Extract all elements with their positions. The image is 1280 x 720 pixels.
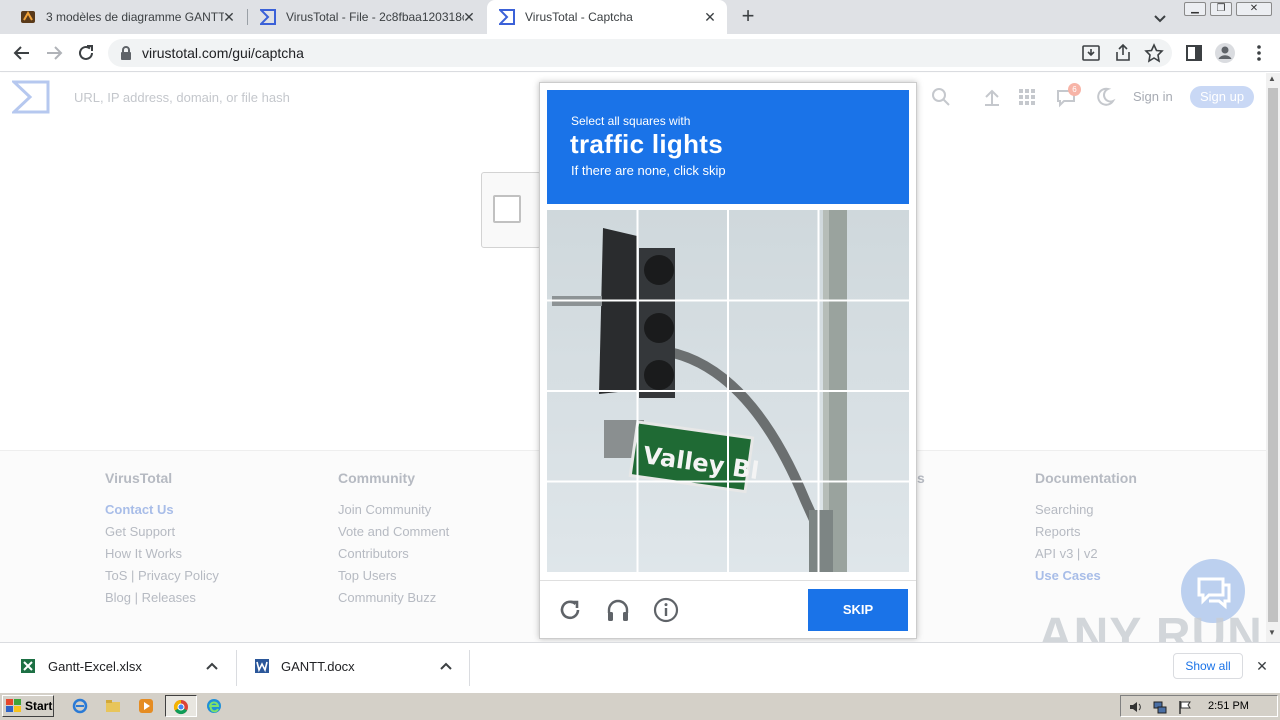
apps-grid-icon[interactable]: [1016, 86, 1038, 108]
captcha-instruction: Select all squares with: [571, 114, 691, 128]
close-icon[interactable]: ✕: [703, 10, 717, 24]
gantt-site-icon: [20, 9, 36, 25]
footer-link[interactable]: Vote and Comment: [338, 524, 449, 539]
footer-link[interactable]: How It Works: [105, 546, 182, 561]
forward-arrow-icon[interactable]: [43, 42, 65, 64]
sign-up-button[interactable]: Sign up: [1190, 86, 1254, 108]
word-file-icon: [254, 658, 270, 674]
dark-mode-moon-icon[interactable]: [1094, 86, 1116, 108]
tab-title: VirusTotal - Captcha: [525, 10, 633, 24]
chevron-up-icon[interactable]: [204, 658, 220, 674]
sign-in-link[interactable]: Sign in: [1133, 89, 1173, 104]
captcha-divider: [540, 580, 916, 581]
show-all-downloads-button[interactable]: Show all: [1173, 653, 1243, 679]
bookmark-star-icon[interactable]: [1143, 42, 1165, 64]
info-icon[interactable]: [653, 597, 679, 623]
media-player-icon[interactable]: [138, 698, 154, 714]
side-panel-icon[interactable]: [1183, 42, 1205, 64]
share-icon[interactable]: [1112, 42, 1134, 64]
scrollbar-thumb[interactable]: [1268, 88, 1278, 622]
footer-link[interactable]: Get Support: [105, 524, 175, 539]
skip-button[interactable]: SKIP: [808, 589, 908, 631]
chrome-taskbar-button[interactable]: [165, 695, 197, 717]
start-button[interactable]: Start: [2, 695, 54, 717]
footer-link-contact[interactable]: Contact Us: [105, 502, 174, 517]
download-separator: [469, 650, 470, 686]
footer-link[interactable]: API v3 | v2: [1035, 546, 1098, 561]
footer-link[interactable]: Blog | Releases: [105, 590, 196, 605]
close-window-button[interactable]: ✕: [1236, 2, 1272, 16]
footer-link[interactable]: Searching: [1035, 502, 1094, 517]
footer-link[interactable]: Contributors: [338, 546, 409, 561]
download-separator: [236, 650, 237, 686]
footer-heading-partial: s: [917, 470, 925, 486]
profile-avatar-icon[interactable]: [1214, 42, 1236, 64]
windows-logo-icon: [6, 699, 21, 712]
close-icon[interactable]: ✕: [222, 10, 236, 24]
tab-virustotal-file[interactable]: VirusTotal - File - 2c8fbaa120318c7a ✕: [248, 0, 486, 34]
downloads-bar: [0, 642, 1280, 692]
audio-challenge-headphones-icon[interactable]: [605, 597, 631, 623]
scroll-up-arrow-icon[interactable]: ▲: [1268, 74, 1276, 83]
internet-explorer-icon[interactable]: [72, 698, 88, 714]
reload-icon[interactable]: [75, 42, 97, 64]
close-icon[interactable]: ✕: [1254, 658, 1270, 674]
file-explorer-icon[interactable]: [105, 698, 121, 714]
tab-gantt[interactable]: 3 modèles de diagramme GANTT vierg ✕: [8, 0, 246, 34]
edge-icon[interactable]: [206, 698, 222, 714]
download-item-excel[interactable]: Gantt-Excel.xlsx: [48, 659, 142, 674]
excel-file-icon: [20, 658, 36, 674]
download-item-word[interactable]: GANTT.docx: [281, 659, 355, 674]
tab-virustotal-captcha[interactable]: VirusTotal - Captcha ✕: [487, 0, 727, 34]
minimize-button[interactable]: ▁: [1184, 2, 1206, 16]
captcha-image-grid[interactable]: Valley Bl: [547, 210, 909, 572]
footer-heading: Documentation: [1035, 470, 1137, 486]
recaptcha-checkbox[interactable]: [493, 195, 521, 223]
tab-title: 3 modèles de diagramme GANTT vierg: [46, 10, 224, 24]
footer-heading: VirusTotal: [105, 470, 173, 486]
tab-title: VirusTotal - File - 2c8fbaa120318c7a: [286, 10, 464, 24]
taskbar-clock: 2:51 PM: [1208, 700, 1249, 712]
menu-kebab-icon[interactable]: [1248, 42, 1270, 64]
chrome-icon: [173, 699, 188, 715]
vt-search-input[interactable]: URL, IP address, domain, or file hash: [74, 90, 290, 105]
footer-link[interactable]: ToS | Privacy Policy: [105, 568, 219, 583]
lock-icon[interactable]: [119, 45, 133, 61]
start-label: Start: [25, 699, 53, 713]
tab-search-chevron-icon[interactable]: [1150, 8, 1170, 28]
volume-icon[interactable]: [1128, 699, 1144, 715]
virustotal-icon: [497, 9, 515, 25]
back-arrow-icon[interactable]: [11, 42, 33, 64]
chevron-up-icon[interactable]: [438, 658, 454, 674]
traffic-light-photo: Valley Bl: [547, 210, 909, 572]
upload-icon[interactable]: [981, 86, 1003, 108]
url-text[interactable]: virustotal.com/gui/captcha: [142, 45, 304, 61]
network-icon[interactable]: [1152, 699, 1168, 715]
footer-link[interactable]: Join Community: [338, 502, 431, 517]
close-icon[interactable]: ✕: [462, 10, 476, 24]
restore-button[interactable]: ❐: [1210, 2, 1232, 16]
new-tab-button[interactable]: +: [736, 5, 760, 28]
notification-badge: 6: [1068, 83, 1081, 96]
captcha-target-object: traffic lights: [570, 129, 723, 159]
captcha-subtext: If there are none, click skip: [571, 163, 726, 178]
virustotal-icon: [258, 9, 276, 25]
footer-link[interactable]: Community Buzz: [338, 590, 436, 605]
install-icon[interactable]: [1080, 42, 1102, 64]
search-icon[interactable]: [930, 86, 952, 108]
footer-heading: Community: [338, 470, 415, 486]
footer-link-use-cases[interactable]: Use Cases: [1035, 568, 1101, 583]
reload-challenge-icon[interactable]: [557, 597, 583, 623]
footer-link[interactable]: Top Users: [338, 568, 397, 583]
footer-link[interactable]: Reports: [1035, 524, 1081, 539]
scroll-down-arrow-icon[interactable]: ▼: [1268, 628, 1276, 637]
virustotal-logo-icon[interactable]: [10, 80, 50, 114]
action-center-flag-icon[interactable]: [1177, 699, 1193, 715]
